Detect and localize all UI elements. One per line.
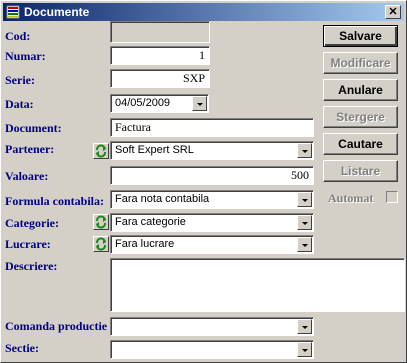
data-value: 04/05/2009 xyxy=(115,97,171,109)
lucrare-select[interactable]: Fara lucrare xyxy=(110,235,314,254)
partener-value: Soft Expert SRL xyxy=(115,144,194,156)
label-comanda-productie: Comanda productie xyxy=(5,319,108,333)
valoare-field[interactable]: 500 xyxy=(110,166,314,185)
sectie-select[interactable] xyxy=(110,340,314,359)
automat-label: Automat xyxy=(328,191,374,205)
chevron-down-icon[interactable] xyxy=(297,143,312,158)
label-cod: Cod: xyxy=(5,29,31,43)
formula-value: Fara nota contabila xyxy=(115,193,210,205)
label-lucrare: Lucrare: xyxy=(5,237,51,251)
partener-select[interactable]: Soft Expert SRL xyxy=(110,141,314,160)
cautare-button[interactable]: Cautare xyxy=(323,133,398,155)
close-button[interactable]: ✕ xyxy=(385,5,401,19)
label-categorie: Categorie: xyxy=(5,216,59,230)
window-title: Documente xyxy=(24,5,90,19)
label-serie: Serie: xyxy=(5,73,35,87)
label-partener: Partener: xyxy=(5,142,55,156)
formula-contabila-select[interactable]: Fara nota contabila xyxy=(110,190,314,209)
chevron-down-icon[interactable] xyxy=(297,342,312,357)
chevron-down-icon[interactable] xyxy=(297,237,312,252)
salvare-button[interactable]: Salvare xyxy=(323,25,398,47)
label-valoare: Valoare: xyxy=(5,169,49,183)
anulare-button[interactable]: Anulare xyxy=(323,79,398,101)
data-date-picker[interactable]: 04/05/2009 xyxy=(110,94,209,113)
lucrare-value: Fara lucrare xyxy=(115,238,175,250)
modificare-button[interactable]: Modificare xyxy=(323,52,398,74)
refresh-icon xyxy=(96,144,106,158)
title-bar[interactable]: Documente ✕ xyxy=(3,3,404,21)
comanda-productie-select[interactable] xyxy=(110,317,314,336)
stergere-button[interactable]: Stergere xyxy=(323,106,398,128)
chevron-down-icon[interactable] xyxy=(297,215,312,230)
close-icon: ✕ xyxy=(388,6,398,18)
chevron-down-icon[interactable] xyxy=(297,319,312,334)
serie-field[interactable]: SXP xyxy=(110,69,210,88)
label-numar: Numar: xyxy=(5,49,46,63)
chevron-down-icon[interactable] xyxy=(192,96,207,111)
automat-checkbox[interactable] xyxy=(386,191,398,203)
refresh-icon xyxy=(96,237,106,251)
categorie-select[interactable]: Fara categorie xyxy=(110,213,314,232)
categorie-refresh-button[interactable] xyxy=(93,214,109,230)
lucrare-refresh-button[interactable] xyxy=(93,236,109,252)
refresh-icon xyxy=(96,215,106,229)
numar-field[interactable]: 1 xyxy=(110,46,210,65)
label-descriere: Descriere: xyxy=(5,259,58,273)
label-formula-contabila: Formula contabila: xyxy=(5,194,104,208)
document-field[interactable]: Factura xyxy=(110,118,314,137)
cod-field xyxy=(110,21,210,43)
label-sectie: Sectie: xyxy=(5,341,39,355)
label-document: Document: xyxy=(5,121,62,135)
chevron-down-icon[interactable] xyxy=(297,192,312,207)
listare-button[interactable]: Listare xyxy=(323,160,398,182)
label-data: Data: xyxy=(5,97,34,111)
documente-window: Documente ✕ Cod: Numar: Serie: Data: Doc… xyxy=(0,0,407,363)
partener-refresh-button[interactable] xyxy=(93,143,109,159)
categorie-value: Fara categorie xyxy=(115,216,186,228)
descriere-textarea[interactable] xyxy=(110,258,405,312)
app-icon xyxy=(6,5,20,19)
